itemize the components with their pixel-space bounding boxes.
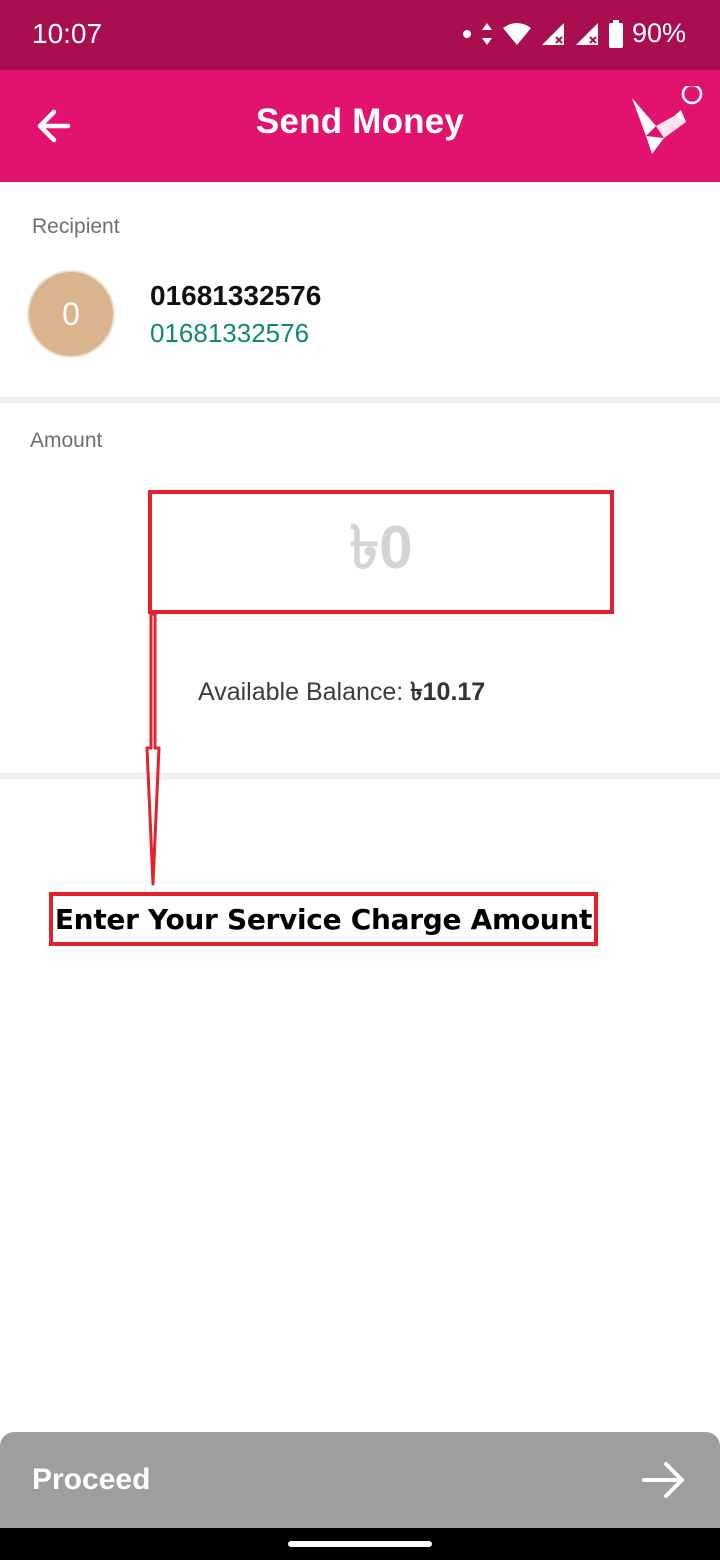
- amount-section-label: Amount: [30, 429, 103, 452]
- avatar: 0: [27, 270, 115, 358]
- signal-icon: [575, 22, 598, 45]
- system-nav-bar: [0, 1528, 720, 1560]
- annotation-arrow: [145, 612, 161, 886]
- app-bar: Send Money: [0, 70, 720, 182]
- recipient-name: 01681332576: [150, 280, 322, 311]
- balance-label: Available Balance:: [198, 678, 411, 706]
- signal-icon: [541, 22, 564, 45]
- status-bar: 10:07 90%: [0, 0, 720, 70]
- proceed-button[interactable]: Proceed: [0, 1432, 720, 1528]
- data-arrows-icon: [481, 22, 492, 45]
- amount-input[interactable]: ৳0: [148, 490, 614, 614]
- status-time: 10:07: [32, 18, 103, 49]
- page-title: Send Money: [255, 102, 465, 141]
- origami-bird-logo[interactable]: [626, 86, 708, 162]
- avatar-initial: 0: [62, 295, 80, 332]
- available-balance: Available Balance: ৳10.17: [198, 672, 485, 715]
- status-icons: 90%: [462, 18, 686, 49]
- notification-dot-icon: [462, 29, 471, 38]
- battery-percent: 90%: [631, 18, 686, 48]
- balance-value: ৳10.17: [410, 678, 486, 706]
- wifi-icon: [502, 22, 531, 45]
- annotation-callout: Enter Your Service Charge Amount: [49, 892, 598, 946]
- arrow-right-icon: [642, 1462, 684, 1498]
- recipient-number: 01681332576: [150, 318, 310, 348]
- proceed-label: Proceed: [32, 1463, 151, 1496]
- annotation-text: Enter Your Service Charge Amount: [54, 902, 593, 936]
- home-gesture-pill[interactable]: [288, 1541, 432, 1547]
- section-divider: [0, 772, 720, 780]
- battery-icon: [608, 19, 623, 48]
- amount-value: ৳0: [349, 514, 413, 581]
- recipient-section-label: Recipient: [32, 215, 120, 238]
- section-divider: [0, 396, 720, 404]
